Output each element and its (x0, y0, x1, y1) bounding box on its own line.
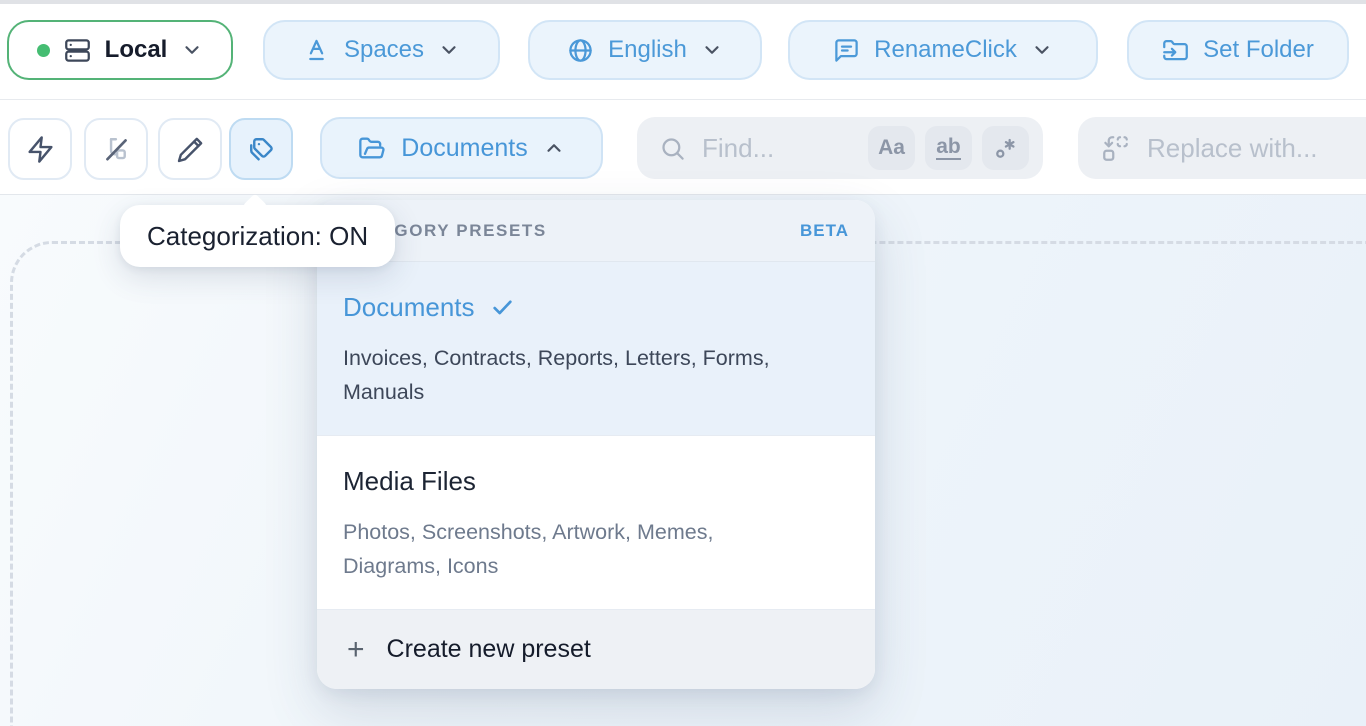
create-new-preset-label: Create new preset (387, 635, 591, 664)
replace-field[interactable] (1078, 117, 1366, 179)
chevron-down-icon (181, 39, 203, 61)
window-top-strip (0, 0, 1366, 4)
categorization-toggle-button[interactable] (229, 118, 293, 180)
toolbar-separator (0, 99, 1366, 100)
search-icon (659, 135, 686, 162)
chevron-up-icon (543, 137, 565, 159)
whole-word-label: ab (936, 136, 961, 160)
beta-badge: BETA (800, 221, 849, 241)
category-preset-selected-label: Documents (401, 134, 527, 163)
match-case-label: Aa (878, 136, 905, 160)
message-square-icon (833, 37, 860, 64)
preset-description: Invoices, Contracts, Reports, Letters, F… (343, 341, 849, 409)
zap-icon (26, 135, 55, 164)
auto-process-button[interactable] (8, 118, 72, 180)
spaces-label: Spaces (344, 36, 424, 64)
rename-mode-button[interactable]: RenameClick (788, 20, 1098, 80)
tooltip-text: Categorization: ON (147, 221, 368, 252)
language-label: English (608, 36, 687, 64)
find-field[interactable]: Aa ab (637, 117, 1043, 179)
local-source-button[interactable]: Local (7, 20, 233, 80)
server-icon (64, 37, 91, 64)
spaces-button[interactable]: Spaces (263, 20, 500, 80)
set-folder-button[interactable]: Set Folder (1127, 20, 1349, 80)
letter-a-underline-icon (303, 37, 330, 64)
rename-mode-label: RenameClick (874, 36, 1017, 64)
panel-header: CATEGORY PRESETS BETA (317, 200, 875, 262)
preset-item-media-files[interactable]: Media Files Photos, Screenshots, Artwork… (317, 436, 875, 610)
folder-input-icon (1162, 37, 1189, 64)
folder-open-icon (358, 134, 386, 162)
replace-icon (1102, 135, 1129, 162)
replace-input[interactable] (1145, 132, 1366, 165)
status-dot (37, 44, 50, 57)
regex-icon (993, 136, 1018, 161)
chevron-down-icon (701, 39, 723, 61)
preset-title: Documents (343, 292, 475, 323)
tree-structure-toggle-button[interactable] (84, 118, 148, 180)
globe-icon (567, 37, 594, 64)
tags-icon (247, 135, 276, 164)
match-case-toggle[interactable]: Aa (868, 126, 915, 170)
plus-icon: + (347, 635, 365, 665)
find-input[interactable] (700, 132, 854, 165)
pencil-icon (176, 135, 205, 164)
check-icon (490, 295, 515, 320)
app-window: Local Spaces English RenameClick (0, 0, 1366, 726)
chevron-down-icon (1031, 39, 1053, 61)
set-folder-label: Set Folder (1203, 36, 1314, 64)
preset-title: Media Files (343, 466, 476, 497)
regex-toggle[interactable] (982, 126, 1029, 170)
category-presets-panel: CATEGORY PRESETS BETA Documents Invoices… (317, 200, 875, 689)
find-options: Aa ab (868, 126, 1029, 170)
chevron-down-icon (438, 39, 460, 61)
whole-word-toggle[interactable]: ab (925, 126, 972, 170)
edit-button[interactable] (158, 118, 222, 180)
categorization-tooltip: Categorization: ON (120, 205, 395, 267)
preset-description: Photos, Screenshots, Artwork, Memes, Dia… (343, 515, 773, 583)
tree-structure-off-icon (102, 135, 131, 164)
category-preset-select[interactable]: Documents (320, 117, 603, 179)
language-button[interactable]: English (528, 20, 762, 80)
preset-item-documents[interactable]: Documents Invoices, Contracts, Reports, … (317, 262, 875, 436)
create-new-preset-button[interactable]: + Create new preset (317, 610, 875, 689)
local-source-label: Local (105, 36, 168, 64)
